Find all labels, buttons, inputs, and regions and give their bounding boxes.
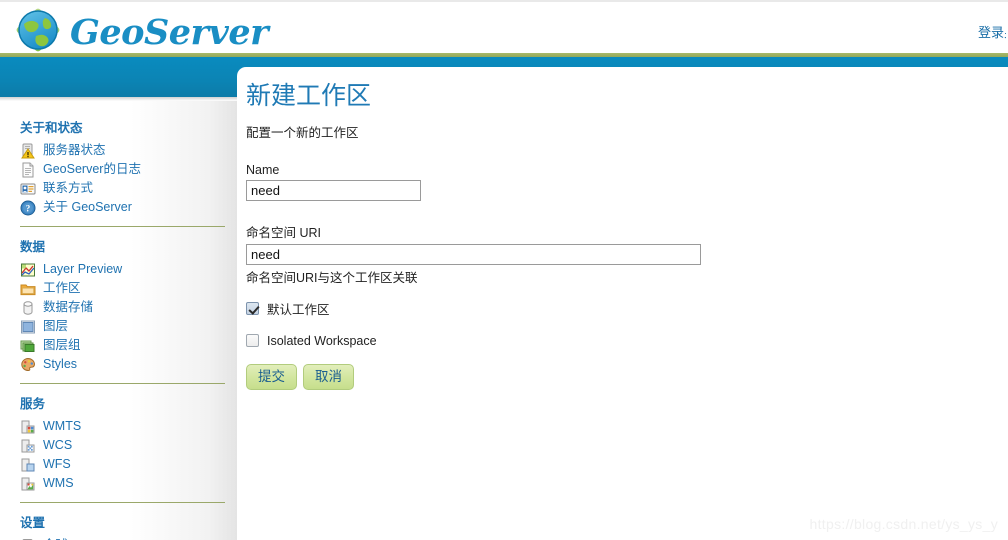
sidebar-item-geoserver-logs[interactable]: GeoServer的日志 bbox=[20, 160, 237, 179]
service-wms-icon bbox=[20, 476, 36, 492]
service-wmts-icon bbox=[20, 419, 36, 435]
namespace-uri-input[interactable] bbox=[246, 243, 701, 265]
default-workspace-row[interactable]: 默认工作区 bbox=[246, 299, 1008, 318]
sidebar-item-label: WMS bbox=[43, 476, 74, 491]
sidebar-item-label: 服务器状态 bbox=[43, 143, 106, 158]
sidebar-item-global[interactable]: 全球 bbox=[20, 536, 237, 540]
login-link[interactable]: 登录身份 bbox=[978, 22, 1006, 41]
main-panel: 新建工作区 配置一个新的工作区 Name 命名空间 URI 命名空间URI与这个… bbox=[237, 67, 1008, 540]
sidebar-section-settings: 设置 全球 bbox=[0, 512, 237, 540]
service-wfs-icon bbox=[20, 457, 36, 473]
layer-preview-icon bbox=[20, 262, 36, 278]
sidebar-item-label: 联系方式 bbox=[43, 181, 94, 196]
sidebar-item-label: WMTS bbox=[43, 419, 82, 434]
sidebar-item-server-status[interactable]: 服务器状态 bbox=[20, 141, 237, 160]
sidebar-item-about-geoserver[interactable]: ? 关于 GeoServer bbox=[20, 198, 237, 217]
sidebar-item-label: Layer Preview bbox=[43, 262, 123, 277]
sidebar-item-label: 图层组 bbox=[43, 338, 81, 353]
contact-card-icon bbox=[20, 181, 36, 197]
sidebar-item-wmts[interactable]: WMTS bbox=[20, 417, 237, 436]
watermark: https://blog.csdn.net/ys_ys_y bbox=[809, 516, 998, 532]
sidebar-item-layer-preview[interactable]: Layer Preview bbox=[20, 260, 237, 279]
log-document-icon bbox=[20, 162, 36, 178]
sidebar-item-datastores[interactable]: 数据存储 bbox=[20, 298, 237, 317]
server-status-icon bbox=[20, 143, 36, 159]
sidebar-item-label: WFS bbox=[43, 457, 71, 472]
isolated-workspace-label: Isolated Workspace bbox=[267, 333, 377, 348]
submit-button[interactable]: 提交 bbox=[246, 363, 297, 390]
sidebar-section-services: 服务 WMTS WCS WFS WMS bbox=[0, 393, 237, 493]
sidebar-item-label: 关于 GeoServer bbox=[43, 200, 132, 215]
uri-field-label: 命名空间 URI bbox=[246, 225, 322, 240]
sidebar-item-label: WCS bbox=[43, 438, 73, 453]
default-workspace-label: 默认工作区 bbox=[267, 302, 330, 317]
workspace-folder-icon bbox=[20, 281, 36, 297]
default-workspace-checkbox[interactable] bbox=[246, 301, 259, 315]
sidebar-item-layergroups[interactable]: 图层组 bbox=[20, 336, 237, 355]
sidebar-divider bbox=[20, 383, 225, 384]
layer-square-icon bbox=[20, 319, 36, 335]
sidebar-section-title: 设置 bbox=[20, 516, 46, 530]
geoserver-page: GeoServer 登录身份 关于和状态 bbox=[0, 0, 1008, 540]
geoserver-logo[interactable]: GeoServer bbox=[12, 4, 269, 56]
sidebar-divider bbox=[20, 502, 225, 503]
sidebar-item-label: 图层 bbox=[43, 319, 69, 334]
sidebar-item-label: Styles bbox=[43, 357, 78, 372]
sidebar-item-styles[interactable]: Styles bbox=[20, 355, 237, 374]
isolated-workspace-checkbox[interactable] bbox=[246, 334, 259, 347]
form-actions: 提交 取消 bbox=[246, 363, 1008, 390]
name-field-label: Name bbox=[246, 162, 280, 177]
sidebar-item-contact[interactable]: 联系方式 bbox=[20, 179, 237, 198]
layergroup-stack-icon bbox=[20, 338, 36, 354]
sidebar: 关于和状态 服务器状态 GeoServer的日志 联系方式 ? 关于 GeoSe… bbox=[0, 101, 237, 540]
globe-icon bbox=[12, 4, 64, 56]
service-wcs-icon bbox=[20, 438, 36, 454]
sidebar-section-title: 服务 bbox=[20, 397, 46, 411]
cancel-button[interactable]: 取消 bbox=[303, 363, 354, 390]
page-title: 新建工作区 bbox=[246, 82, 372, 110]
sidebar-section-title: 数据 bbox=[20, 240, 46, 254]
sidebar-item-layers[interactable]: 图层 bbox=[20, 317, 237, 336]
sidebar-item-wcs[interactable]: WCS bbox=[20, 436, 237, 455]
page-header: GeoServer 登录身份 bbox=[0, 0, 1008, 53]
sidebar-section-about: 关于和状态 服务器状态 GeoServer的日志 联系方式 ? 关于 GeoSe… bbox=[0, 101, 237, 217]
sidebar-item-label: GeoServer的日志 bbox=[43, 162, 141, 177]
workspace-name-input[interactable] bbox=[246, 179, 421, 201]
page-subtitle: 配置一个新的工作区 bbox=[246, 125, 359, 140]
datastore-cylinder-icon bbox=[20, 300, 36, 316]
sidebar-item-label: 工作区 bbox=[43, 281, 81, 296]
sidebar-item-workspaces[interactable]: 工作区 bbox=[20, 279, 237, 298]
sidebar-item-label: 数据存储 bbox=[43, 300, 94, 315]
styles-palette-icon bbox=[20, 357, 36, 373]
uri-hint-text: 命名空间URI与这个工作区关联 bbox=[246, 270, 418, 285]
isolated-workspace-row[interactable]: Isolated Workspace bbox=[246, 334, 1008, 348]
sidebar-section-data: 数据 Layer Preview 工作区 数据存储 图层 图层组 Styles bbox=[0, 236, 237, 374]
about-help-icon: ? bbox=[20, 200, 36, 216]
sidebar-item-wms[interactable]: WMS bbox=[20, 474, 237, 493]
sidebar-section-title: 关于和状态 bbox=[20, 121, 83, 135]
logo-wordmark: GeoServer bbox=[70, 11, 269, 53]
sidebar-divider bbox=[20, 226, 225, 227]
sidebar-item-wfs[interactable]: WFS bbox=[20, 455, 237, 474]
svg-text:?: ? bbox=[26, 203, 31, 213]
